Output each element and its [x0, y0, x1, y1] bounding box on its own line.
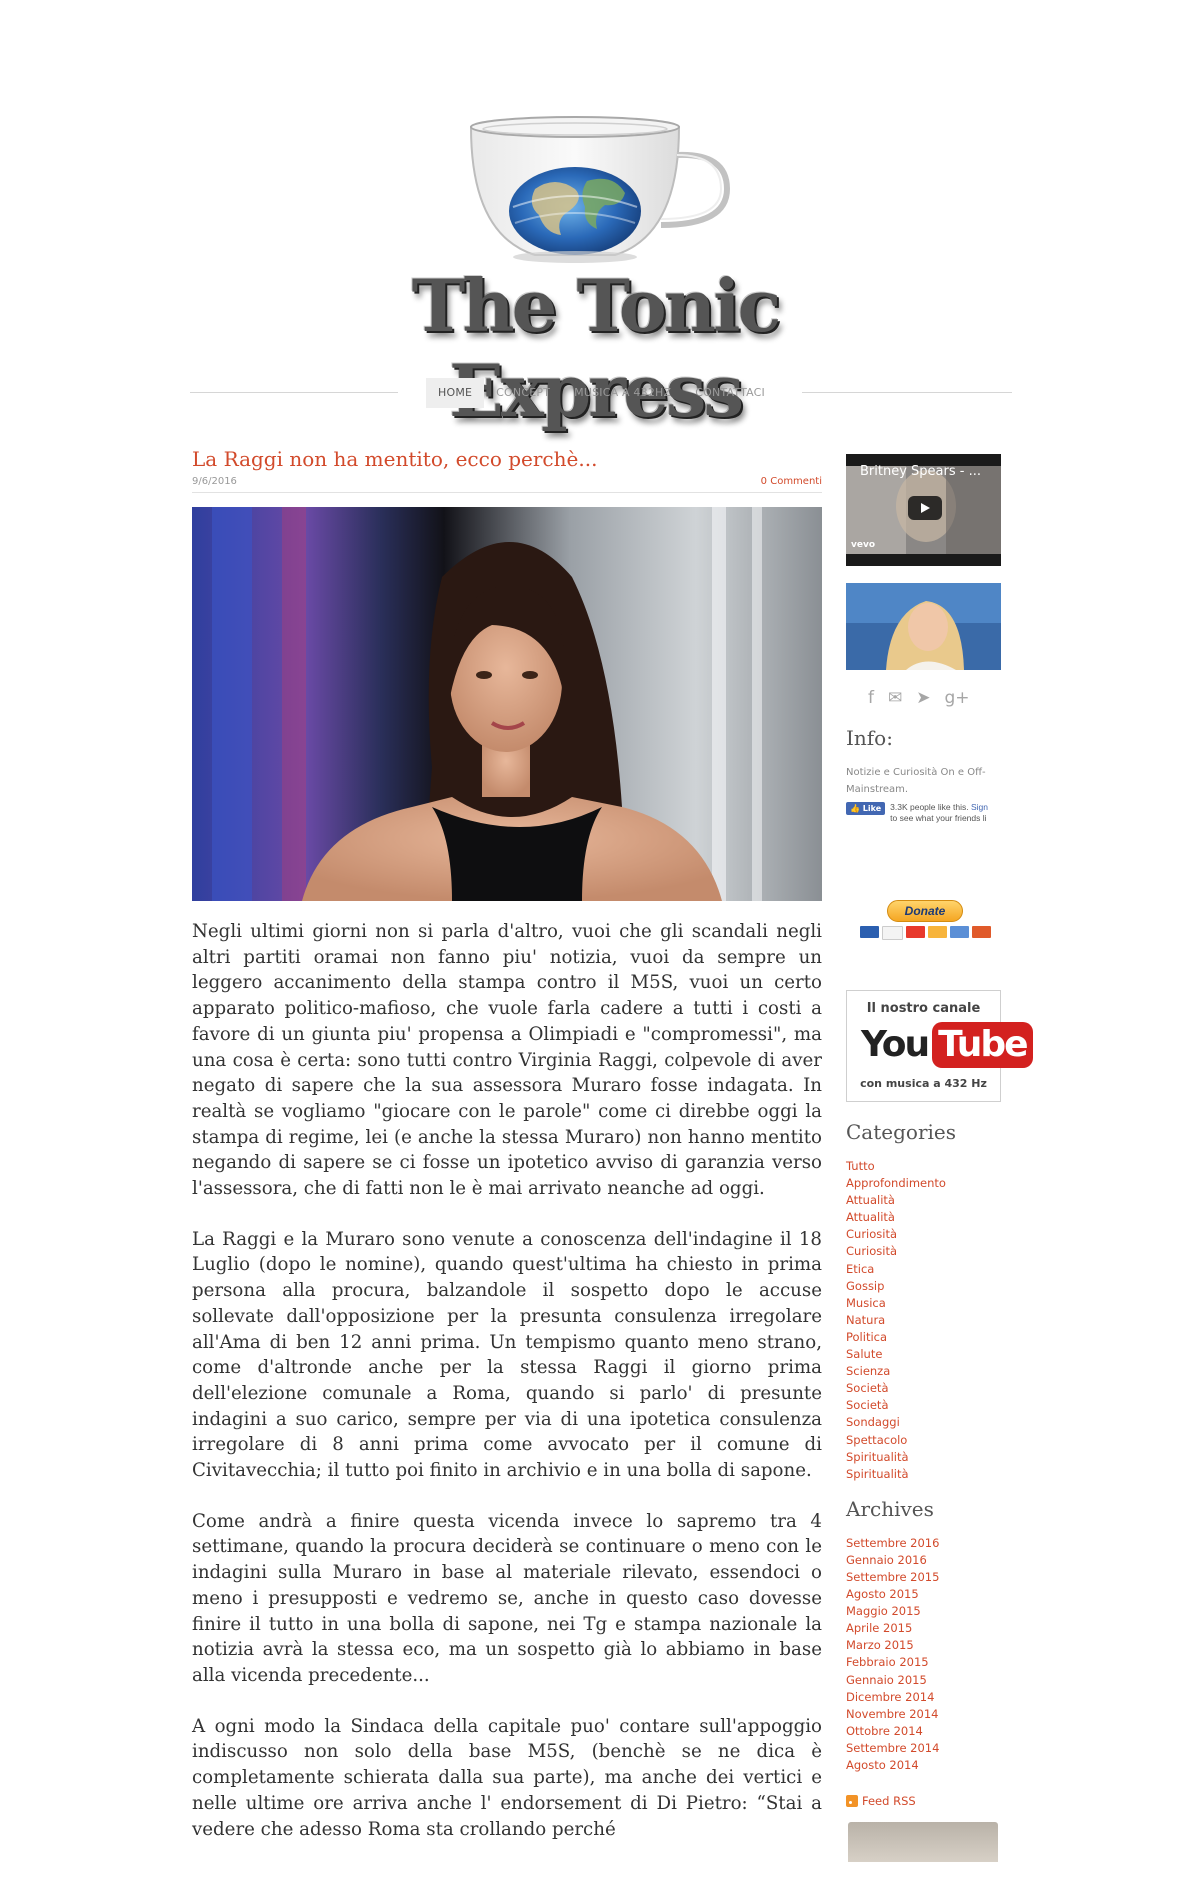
archive-link[interactable]: Dicembre 2014 — [846, 1689, 1004, 1706]
archive-link[interactable]: Agosto 2014 — [846, 1757, 1004, 1774]
facebook-like-count: 3.3K people like this. Sign to see what … — [890, 802, 998, 824]
card-amex-icon — [859, 926, 879, 938]
archive-link[interactable]: Gennaio 2016 — [846, 1552, 1004, 1569]
category-link[interactable]: Tutto — [846, 1158, 1004, 1175]
site-logo[interactable]: The Tonic Express — [295, 115, 895, 433]
nav-item-contattaci[interactable]: CONTATTACI — [683, 378, 777, 408]
nav-divider-right — [802, 392, 1012, 393]
social-links: f ✉ ➤ g+ — [846, 688, 1004, 708]
payment-cards — [846, 926, 1004, 940]
main-navigation: HOME CONCEPT MUSICA A 432HZ CONTATTACI — [190, 378, 1012, 408]
play-icon[interactable] — [908, 496, 942, 520]
rss-label[interactable]: Feed RSS — [862, 1794, 916, 1808]
category-link[interactable]: Politica — [846, 1329, 1004, 1346]
mail-icon[interactable]: ✉ — [888, 688, 902, 708]
category-link[interactable]: Salute — [846, 1346, 1004, 1363]
archive-link[interactable]: Agosto 2015 — [846, 1586, 1004, 1603]
blog-post: La Raggi non ha mentito, ecco perchè... … — [192, 444, 822, 1842]
archive-link[interactable]: Febbraio 2015 — [846, 1654, 1004, 1671]
archive-link[interactable]: Aprile 2015 — [846, 1620, 1004, 1637]
category-link[interactable]: Spiritualità — [846, 1449, 1004, 1466]
yt-banner-top: Il nostro canale — [866, 1001, 981, 1016]
card-mastercard-icon — [905, 926, 925, 938]
yt-banner-bottom: con musica a 432 Hz — [860, 1077, 987, 1090]
archive-link[interactable]: Novembre 2014 — [846, 1706, 1004, 1723]
post-paragraph: La Raggi e la Muraro sono venute a conos… — [192, 1228, 822, 1482]
facebook-like-button[interactable]: 👍 Like — [846, 802, 886, 815]
nav-menu: HOME CONCEPT MUSICA A 432HZ CONTATTACI — [426, 378, 777, 408]
categories-list: Tutto Approfondimento Attualità Attualit… — [846, 1158, 1004, 1483]
archive-link[interactable]: Settembre 2016 — [846, 1535, 1004, 1552]
nav-divider-left — [190, 392, 398, 393]
info-text: Notizie e Curiosità On e Off-Mainstream. — [846, 767, 986, 795]
archive-link[interactable]: Settembre 2014 — [846, 1740, 1004, 1757]
category-link[interactable]: Sondaggi — [846, 1414, 1004, 1431]
nav-item-concept[interactable]: CONCEPT — [484, 378, 562, 408]
category-link[interactable]: Curiosità — [846, 1243, 1004, 1260]
categories-heading: Categories — [846, 1120, 956, 1144]
thumbs-up-icon: 👍 — [850, 804, 860, 813]
post-paragraph: A ogni modo la Sindaca della capitale pu… — [192, 1715, 822, 1840]
youtube-channel-banner[interactable]: Il nostro canale You Tube con musica a 4… — [846, 990, 1033, 1102]
card-maestro-icon — [927, 926, 947, 938]
google-plus-icon[interactable]: g+ — [945, 688, 970, 708]
post-comments-link[interactable]: 0 Commenti — [761, 476, 822, 487]
rss-icon — [846, 1795, 858, 1808]
card-other-icon — [971, 926, 991, 938]
archive-link[interactable]: Maggio 2015 — [846, 1603, 1004, 1620]
post-paragraph: Come andrà a finire questa vicenda invec… — [192, 1510, 822, 1686]
category-link[interactable]: Attualità — [846, 1192, 1004, 1209]
youtube-video-embed[interactable]: Britney Spears - ... vevo — [846, 454, 1001, 566]
card-discover-icon — [949, 926, 969, 938]
archive-link[interactable]: Settembre 2015 — [846, 1569, 1004, 1586]
category-link[interactable]: Attualità — [846, 1209, 1004, 1226]
post-body: Negli ultimi giorni non si parla d'altro… — [192, 919, 822, 1842]
category-link[interactable]: Società — [846, 1397, 1004, 1414]
sidebar-photo[interactable] — [846, 583, 1001, 670]
category-link[interactable]: Gossip — [846, 1278, 1004, 1295]
category-link[interactable]: Spiritualità — [846, 1466, 1004, 1483]
like-label: Like — [862, 804, 882, 813]
nav-item-home[interactable]: HOME — [426, 378, 485, 408]
facebook-icon[interactable]: f — [868, 688, 874, 708]
category-link[interactable]: Curiosità — [846, 1226, 1004, 1243]
category-link[interactable]: Scienza — [846, 1363, 1004, 1380]
archives-list: Settembre 2016 Gennaio 2016 Settembre 20… — [846, 1535, 1004, 1774]
sidebar: Britney Spears - ... vevo f ✉ ➤ g+ Info:… — [846, 454, 1033, 1863]
sidebar-bottom-image[interactable] — [848, 1822, 998, 1863]
facebook-like-widget: 👍 Like 3.3K people like this. Sign to se… — [846, 802, 1004, 824]
youtube-logo-icon: You Tube — [861, 1021, 1033, 1069]
globe-cup-icon — [469, 116, 731, 263]
post-paragraph: Negli ultimi giorni non si parla d'altro… — [192, 921, 822, 1200]
post-meta: 9/6/2016 0 Commenti — [192, 474, 822, 493]
category-link[interactable]: Etica — [846, 1261, 1004, 1278]
paypal-donate: Donate — [846, 900, 1004, 940]
post-date: 9/6/2016 — [192, 476, 237, 487]
archive-link[interactable]: Marzo 2015 — [846, 1637, 1004, 1654]
card-visa-icon — [881, 926, 903, 940]
donate-button[interactable]: Donate — [887, 900, 963, 922]
archive-link[interactable]: Ottobre 2014 — [846, 1723, 1004, 1740]
category-link[interactable]: Approfondimento — [846, 1175, 1004, 1192]
info-heading: Info: — [846, 726, 893, 750]
twitter-icon[interactable]: ➤ — [916, 688, 930, 708]
archives-heading: Archives — [846, 1496, 934, 1521]
category-link[interactable]: Società — [846, 1380, 1004, 1397]
fb-line2: to see what your friends li — [890, 813, 987, 823]
vevo-logo: vevo — [851, 540, 876, 550]
nav-item-musica-432hz[interactable]: MUSICA A 432HZ — [562, 378, 683, 408]
category-link[interactable]: Spettacolo — [846, 1432, 1004, 1449]
archive-link[interactable]: Gennaio 2015 — [846, 1672, 1004, 1689]
fb-count-text: 3.3K people like this. — [890, 802, 969, 812]
category-link[interactable]: Natura — [846, 1312, 1004, 1329]
post-photo — [192, 507, 822, 901]
fb-sign-link[interactable]: Sign — [971, 802, 988, 812]
category-link[interactable]: Musica — [846, 1295, 1004, 1312]
video-title[interactable]: Britney Spears - ... — [860, 464, 981, 479]
yt-you: You — [861, 1024, 930, 1065]
yt-tube: Tube — [932, 1022, 1033, 1068]
rss-feed-link[interactable]: Feed RSS — [846, 1794, 1004, 1808]
post-title[interactable]: La Raggi non ha mentito, ecco perchè... — [192, 444, 822, 474]
